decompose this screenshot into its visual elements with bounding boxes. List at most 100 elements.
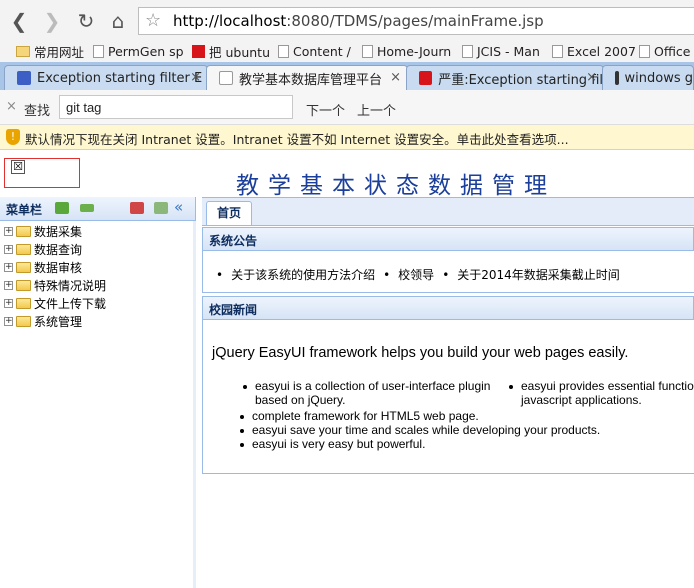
bullet bbox=[243, 384, 247, 389]
csdn-icon bbox=[419, 71, 433, 85]
sidebar-scrollbar[interactable] bbox=[193, 221, 196, 588]
notice-link[interactable]: 关于2014年数据采集截止时间 bbox=[457, 268, 620, 282]
folder-icon bbox=[16, 297, 31, 309]
sidebar-item-label: 特殊情况说明 bbox=[34, 278, 107, 293]
page-icon bbox=[93, 44, 104, 58]
news-item: easyui is very easy but powerful. bbox=[240, 437, 425, 451]
delete-icon[interactable] bbox=[130, 202, 144, 214]
folder-icon bbox=[16, 315, 31, 327]
news-item: easyui save your time and scales while d… bbox=[240, 423, 600, 437]
notice-link[interactable]: 关于该系统的使用方法介绍 bbox=[231, 268, 375, 282]
bookmark-label: Office bbox=[654, 43, 691, 59]
remove-icon[interactable] bbox=[80, 204, 94, 212]
page-title: 教学基本状态数据管理 bbox=[236, 173, 556, 199]
notice-panel-title: 系统公告 bbox=[209, 234, 258, 248]
bookmark-label: 把 ubuntu bbox=[209, 44, 270, 60]
expand-icon[interactable]: + bbox=[4, 226, 13, 236]
forward-icon[interactable]: ❯ bbox=[41, 10, 63, 32]
news-text: easyui provides essential functio bbox=[521, 379, 694, 393]
expand-icon[interactable]: + bbox=[4, 244, 13, 254]
bookmark-label: Content / bbox=[293, 43, 351, 59]
expand-icon[interactable]: + bbox=[4, 316, 13, 326]
news-text: based on jQuery. bbox=[255, 393, 346, 407]
tab-label: windows g bbox=[624, 70, 693, 86]
find-prev-button[interactable]: 上一个 bbox=[357, 100, 396, 119]
find-label: 查找 bbox=[24, 104, 51, 119]
address-bar[interactable]: ☆ http://localhost:8080/TDMS/pages/mainF… bbox=[138, 7, 694, 35]
notice-panel-header: 系统公告 bbox=[202, 227, 694, 251]
home-icon[interactable]: ⌂ bbox=[107, 10, 129, 32]
news-item-cont: javascript applications. bbox=[521, 393, 642, 407]
sidebar-item-data-collection[interactable]: + 数据采集 bbox=[4, 222, 82, 240]
tab-windows[interactable]: windows g bbox=[602, 65, 694, 90]
expand-icon[interactable]: + bbox=[4, 262, 13, 272]
add-icon[interactable] bbox=[55, 202, 69, 214]
sidebar-item-file-transfer[interactable]: + 文件上传下载 bbox=[4, 294, 106, 312]
close-icon[interactable]: × bbox=[6, 99, 17, 114]
folder-icon bbox=[16, 243, 31, 255]
notice-link[interactable]: 校领导 bbox=[398, 268, 434, 282]
news-item: easyui provides essential functio bbox=[509, 379, 694, 393]
bullet bbox=[240, 442, 244, 447]
tab-label: 严重:Exception starting fil bbox=[438, 72, 603, 88]
sidebar-item-special-notes[interactable]: + 特殊情况说明 bbox=[4, 276, 106, 294]
tab-severe-exception[interactable]: 严重:Exception starting fil × bbox=[406, 65, 604, 90]
find-next-button[interactable]: 下一个 bbox=[306, 100, 345, 119]
news-panel-title: 校园新闻 bbox=[209, 303, 258, 317]
close-icon[interactable]: × bbox=[390, 70, 401, 85]
bookmark-item[interactable]: Excel 2007 bbox=[552, 43, 636, 59]
bookmark-item[interactable]: Office bbox=[639, 43, 691, 59]
content-tab-strip: 首页 bbox=[202, 197, 694, 226]
bullet: • bbox=[383, 268, 391, 282]
bookmark-label: PermGen sp bbox=[108, 43, 184, 59]
bookmarks-bar: 常用网址 PermGen sp 把 ubuntu Content / Home-… bbox=[0, 41, 694, 63]
news-text: javascript applications. bbox=[521, 393, 642, 407]
logo-image-placeholder: ☒ bbox=[4, 158, 80, 188]
browser-toolbar: ❮ ❯ ↻ ⌂ ☆ http://localhost:8080/TDMS/pag… bbox=[0, 0, 694, 41]
refresh-icon[interactable] bbox=[154, 202, 168, 214]
bookmark-item[interactable]: 常用网址 bbox=[16, 43, 84, 60]
news-heading: jQuery EasyUI framework helps you build … bbox=[212, 345, 629, 361]
sidebar-header: 菜单栏 « bbox=[0, 197, 195, 221]
avatar-icon bbox=[615, 71, 619, 85]
expand-icon[interactable]: + bbox=[4, 298, 13, 308]
sidebar-item-label: 数据审核 bbox=[34, 260, 83, 275]
page-icon bbox=[278, 44, 289, 58]
bullet bbox=[240, 428, 244, 433]
infobar-text[interactable]: 默认情况下现在关闭 Intranet 设置。Intranet 设置不如 Inte… bbox=[25, 129, 569, 148]
expand-icon[interactable]: + bbox=[4, 280, 13, 290]
close-icon[interactable]: × bbox=[586, 70, 597, 85]
page-icon bbox=[362, 44, 373, 58]
sidebar-item-label: 文件上传下载 bbox=[34, 296, 107, 311]
bookmark-item[interactable]: Content / bbox=[278, 43, 351, 59]
tab-exception-filter[interactable]: Exception starting filter E × bbox=[4, 65, 208, 90]
folder-icon bbox=[16, 225, 31, 237]
bookmark-item[interactable]: PermGen sp bbox=[93, 43, 184, 59]
notice-list: • 关于该系统的使用方法介绍 • 校领导 • 关于2014年数据采集截止时间 bbox=[216, 266, 628, 283]
tab-home[interactable]: 首页 bbox=[206, 201, 252, 225]
bullet: • bbox=[442, 268, 450, 282]
tab-teaching-db[interactable]: 教学基本数据库管理平台 × bbox=[206, 65, 408, 90]
bookmark-label: JCIS - Man bbox=[477, 43, 540, 59]
sidebar-item-data-query[interactable]: + 数据查询 bbox=[4, 240, 82, 258]
tab-strip: Exception starting filter E × 教学基本数据库管理平… bbox=[0, 62, 694, 90]
folder-icon bbox=[16, 261, 31, 273]
news-item: easyui is a collection of user-interface… bbox=[243, 379, 490, 393]
tab-label: Exception starting filter E bbox=[37, 70, 203, 86]
bookmark-star-icon[interactable]: ☆ bbox=[145, 10, 161, 31]
bookmark-item[interactable]: 把 ubuntu bbox=[192, 43, 270, 60]
news-text: easyui save your time and scales while d… bbox=[252, 423, 601, 437]
sidebar-item-system-admin[interactable]: + 系统管理 bbox=[4, 312, 82, 330]
news-panel-header: 校园新闻 bbox=[202, 296, 694, 320]
collapse-icon[interactable]: « bbox=[174, 198, 183, 216]
security-infobar[interactable]: ! 默认情况下现在关闭 Intranet 设置。Intranet 设置不如 In… bbox=[0, 125, 694, 150]
bullet: • bbox=[216, 268, 224, 282]
shield-icon: ! bbox=[6, 129, 20, 145]
close-icon[interactable]: × bbox=[190, 70, 201, 85]
find-input[interactable] bbox=[59, 95, 293, 119]
back-icon[interactable]: ❮ bbox=[8, 10, 30, 32]
reload-icon[interactable]: ↻ bbox=[75, 10, 97, 32]
sidebar-item-data-review[interactable]: + 数据审核 bbox=[4, 258, 82, 276]
bookmark-item[interactable]: Home-Journ bbox=[362, 43, 451, 59]
bookmark-item[interactable]: JCIS - Man bbox=[462, 43, 540, 59]
